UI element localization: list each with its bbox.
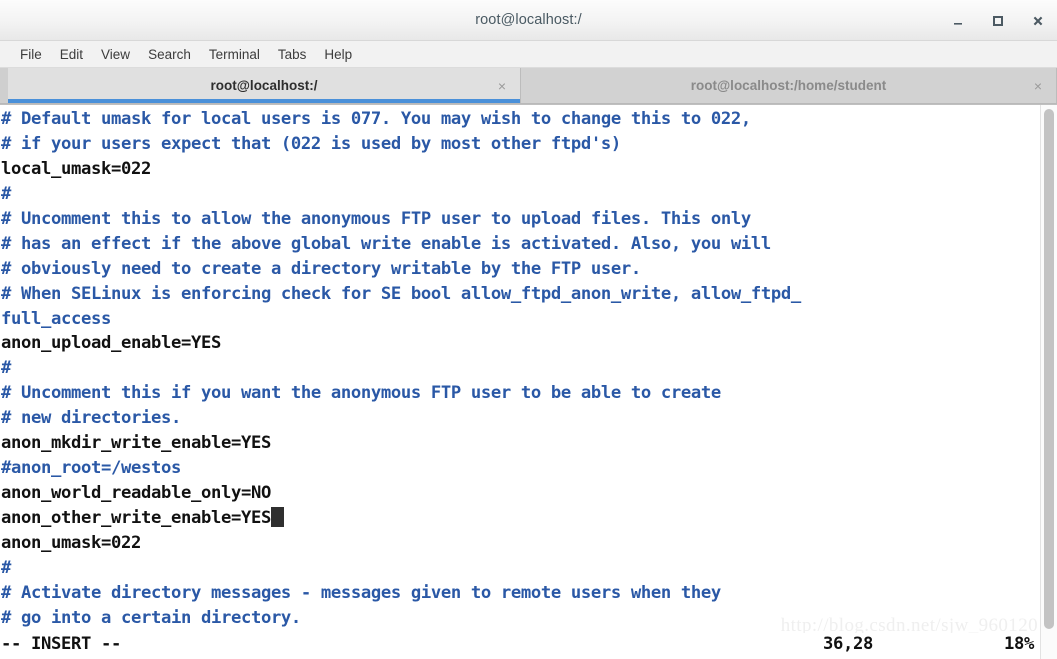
tab-bar: root@localhost:/ × root@localhost:/home/… (0, 68, 1057, 104)
tab-root-localhost-root[interactable]: root@localhost:/ × (8, 68, 521, 103)
terminal-area: # Default umask for local users is 077. … (0, 104, 1057, 659)
title-bar: root@localhost:/ (0, 0, 1057, 41)
terminal-line-text: # go into a certain directory. (1, 607, 301, 628)
terminal-line: # has an effect if the above global writ… (1, 232, 1040, 257)
terminal-line-text: #anon_root=/westos (1, 458, 181, 479)
vim-scroll-percent: 18% (1004, 634, 1034, 654)
terminal-line: # Uncomment this if you want the anonymo… (1, 381, 1040, 406)
menu-item-file[interactable]: File (11, 45, 51, 64)
menu-item-edit[interactable]: Edit (51, 45, 92, 64)
terminal-window: root@localhost:/ File Edit View Search T… (0, 0, 1057, 659)
terminal-line: anon_umask=022 (1, 531, 1040, 556)
terminal-line-text: # Activate directory messages - messages… (1, 582, 721, 603)
tab-close-icon[interactable]: × (498, 78, 506, 94)
terminal-line-text: # Uncomment this if you want the anonymo… (1, 383, 721, 404)
terminal-line: # Activate directory messages - messages… (1, 581, 1040, 606)
terminal-line-text: local_umask=022 (1, 158, 151, 179)
maximize-button[interactable] (989, 12, 1007, 30)
menu-item-help[interactable]: Help (315, 45, 361, 64)
menu-item-tabs[interactable]: Tabs (269, 45, 316, 64)
text-cursor (270, 507, 284, 527)
terminal-text: # Default umask for local users is 077. … (0, 105, 1040, 631)
window-controls (949, 0, 1047, 41)
window-title: root@localhost:/ (475, 12, 582, 28)
terminal-line: # Default umask for local users is 077. … (1, 107, 1040, 132)
terminal-line-text: # has an effect if the above global writ… (1, 233, 771, 254)
terminal-line: # When SELinux is enforcing check for SE… (1, 282, 1040, 307)
terminal-line: anon_mkdir_write_enable=YES (1, 431, 1040, 456)
terminal-line-text: anon_other_write_enable=YES (1, 508, 271, 528)
tab-close-icon[interactable]: × (1034, 78, 1042, 94)
terminal-line-text: full_access (1, 308, 111, 329)
terminal-line: anon_upload_enable=YES (1, 331, 1040, 356)
terminal-line: # (1, 356, 1040, 381)
terminal-line: # (1, 182, 1040, 207)
scrollbar-thumb[interactable] (1044, 109, 1054, 629)
terminal-line: # obviously need to create a directory w… (1, 257, 1040, 282)
terminal-line-text: # When SELinux is enforcing check for SE… (1, 283, 801, 304)
terminal-line: # if your users expect that (022 is used… (1, 132, 1040, 157)
tab-root-localhost-home-student[interactable]: root@localhost:/home/student × (521, 68, 1057, 103)
terminal-line: anon_other_write_enable=YES (1, 506, 1040, 531)
close-button[interactable] (1029, 12, 1047, 30)
terminal-line-text: # Uncomment this to allow the anonymous … (1, 208, 751, 229)
menu-bar: File Edit View Search Terminal Tabs Help (0, 41, 1057, 68)
menu-item-terminal[interactable]: Terminal (200, 45, 269, 64)
terminal-line-text: anon_upload_enable=YES (1, 333, 221, 354)
terminal-line: #anon_root=/westos (1, 456, 1040, 481)
terminal-line-text: # (1, 557, 11, 578)
terminal-line-text: anon_mkdir_write_enable=YES (1, 433, 271, 454)
terminal-line: anon_world_readable_only=NO (1, 481, 1040, 506)
terminal-line-text: # obviously need to create a directory w… (1, 258, 641, 279)
tab-label: root@localhost:/home/student (690, 78, 887, 93)
menu-item-view[interactable]: View (92, 45, 139, 64)
vim-mode-indicator: -- INSERT -- (1, 634, 121, 654)
terminal-line: full_access (1, 307, 1040, 332)
minimize-button[interactable] (949, 12, 967, 30)
terminal-line-text: # if your users expect that (022 is used… (1, 133, 621, 154)
vim-status-line: -- INSERT -- 36,28 18% (0, 633, 1040, 659)
terminal-viewport[interactable]: # Default umask for local users is 077. … (0, 105, 1040, 659)
terminal-line: # go into a certain directory. (1, 606, 1040, 631)
terminal-line-text: anon_world_readable_only=NO (1, 483, 271, 504)
terminal-line: local_umask=022 (1, 157, 1040, 182)
terminal-line-text: # new directories. (1, 408, 181, 429)
terminal-line: # (1, 556, 1040, 581)
tab-active-indicator (8, 99, 520, 103)
terminal-line-text: # Default umask for local users is 077. … (1, 109, 751, 129)
terminal-scrollbar[interactable] (1040, 105, 1057, 659)
terminal-line-text: anon_umask=022 (1, 532, 141, 553)
terminal-line: # new directories. (1, 406, 1040, 431)
terminal-line-text: # (1, 183, 11, 204)
terminal-line-text: # (1, 358, 11, 379)
vim-cursor-position: 36,28 (823, 634, 873, 654)
terminal-line: # Uncomment this to allow the anonymous … (1, 207, 1040, 232)
menu-item-search[interactable]: Search (139, 45, 200, 64)
tab-label: root@localhost:/ (210, 78, 318, 93)
